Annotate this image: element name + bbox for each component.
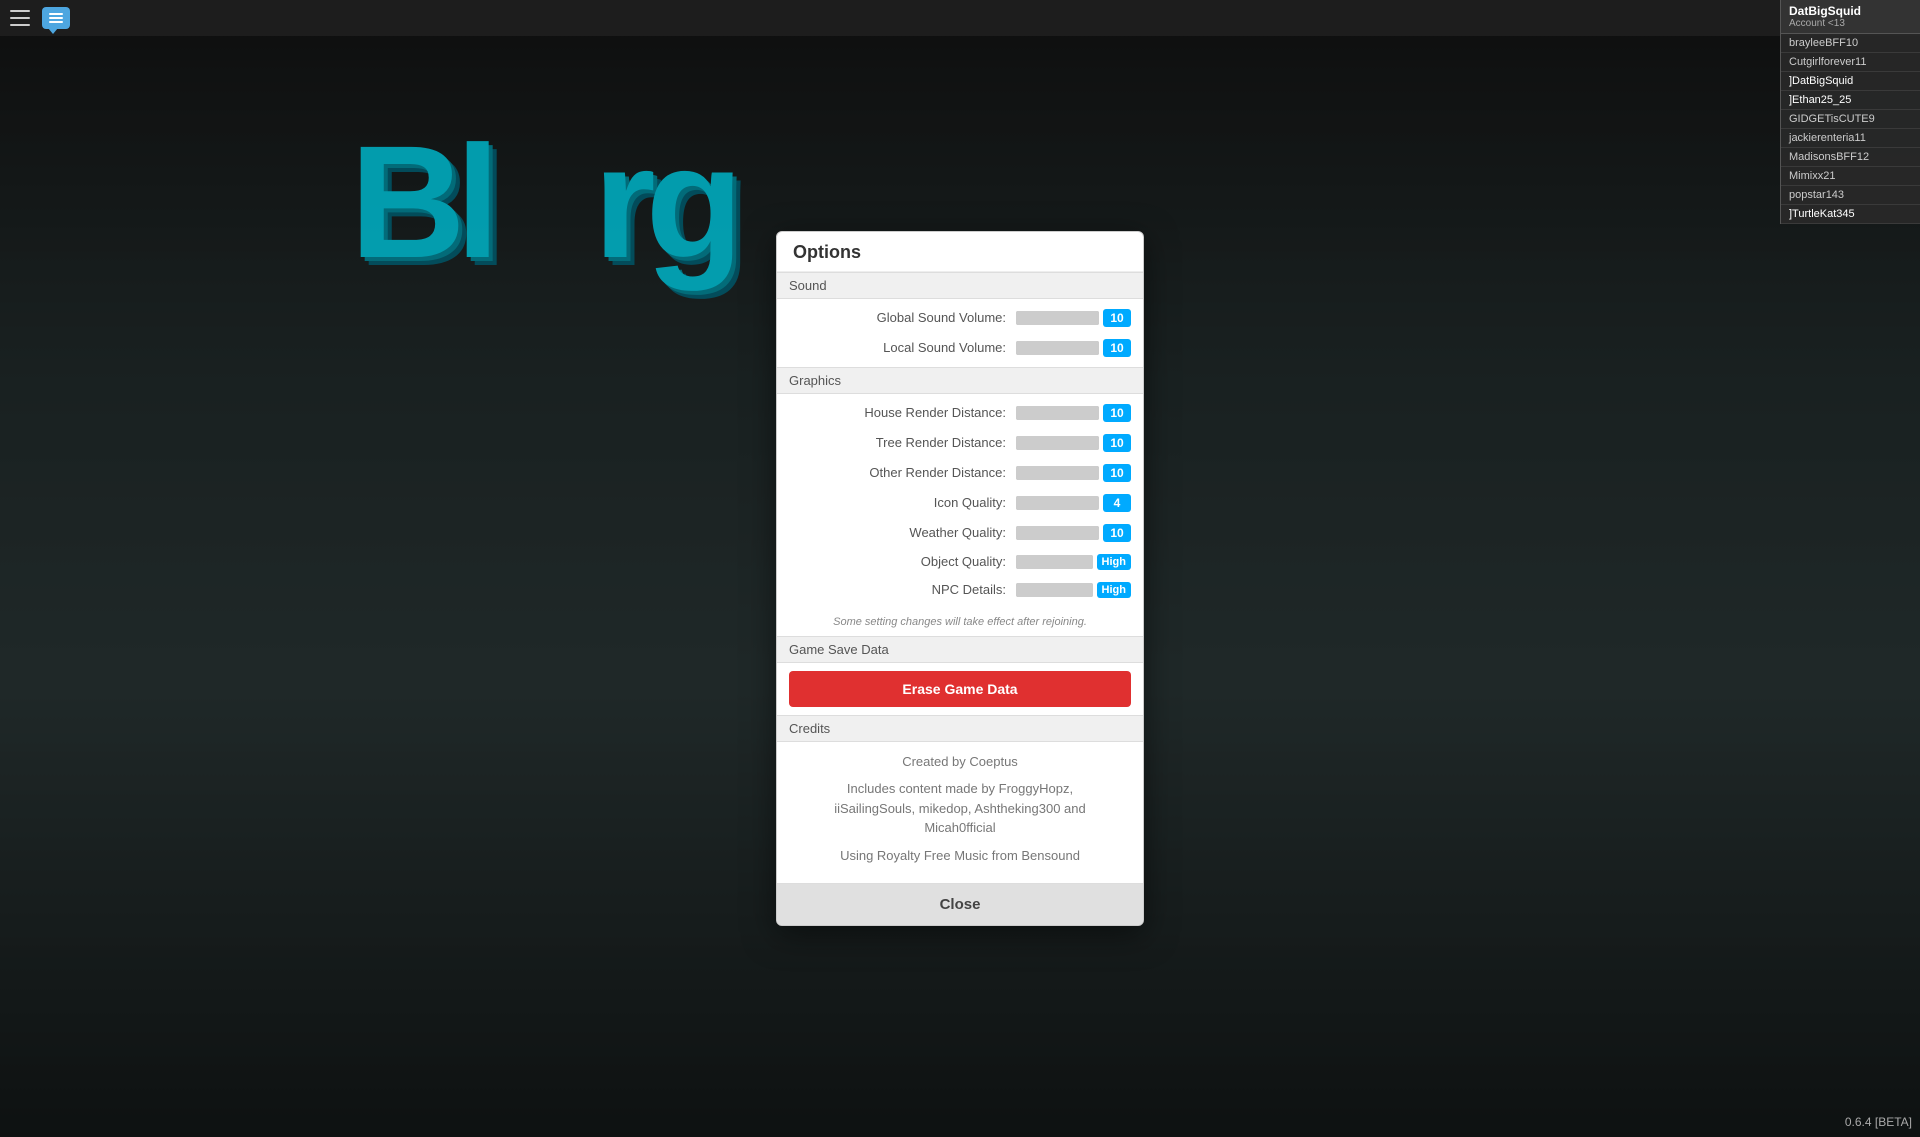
credits-section-header: Credits xyxy=(777,715,1143,742)
object-quality-slider[interactable] xyxy=(1016,555,1093,569)
tree-render-fill xyxy=(1016,436,1099,450)
graphics-settings: House Render Distance: 10 Tree Render Di… xyxy=(777,394,1143,608)
local-sound-value: 10 xyxy=(1103,339,1131,357)
icon-quality-label: Icon Quality: xyxy=(789,495,1016,510)
other-render-fill xyxy=(1016,466,1099,480)
icon-quality-fill xyxy=(1016,496,1049,510)
tree-render-slider-container[interactable]: 10 xyxy=(1016,434,1131,452)
object-quality-value: High xyxy=(1097,554,1131,570)
local-sound-label: Local Sound Volume: xyxy=(789,340,1016,355)
sound-section-header: Sound xyxy=(777,272,1143,299)
npc-details-label: NPC Details: xyxy=(789,582,1016,597)
tree-render-label: Tree Render Distance: xyxy=(789,435,1016,450)
object-quality-row: Object Quality: High xyxy=(789,548,1131,576)
credits-line-2: Includes content made by FroggyHopz,iiSa… xyxy=(789,779,1131,838)
game-save-section-header: Game Save Data xyxy=(777,636,1143,663)
other-render-slider-container[interactable]: 10 xyxy=(1016,464,1131,482)
sound-settings: Global Sound Volume: 10 Local Sound Volu… xyxy=(777,299,1143,367)
modal-title: Options xyxy=(777,232,1143,272)
global-sound-value: 10 xyxy=(1103,309,1131,327)
options-modal: Options Sound Global Sound Volume: 10 xyxy=(776,231,1144,927)
global-sound-label: Global Sound Volume: xyxy=(789,310,1016,325)
weather-quality-value: 10 xyxy=(1103,524,1131,542)
credits-content: Created by Coeptus Includes content made… xyxy=(777,742,1143,884)
object-quality-fill xyxy=(1016,555,1093,569)
house-render-label: House Render Distance: xyxy=(789,405,1016,420)
graphics-section-header: Graphics xyxy=(777,367,1143,394)
house-render-slider-container[interactable]: 10 xyxy=(1016,404,1131,422)
npc-details-slider-container[interactable]: High xyxy=(1016,582,1131,598)
tree-render-row: Tree Render Distance: 10 xyxy=(789,428,1131,458)
house-render-row: House Render Distance: 10 xyxy=(789,398,1131,428)
tree-render-slider[interactable] xyxy=(1016,436,1099,450)
weather-quality-slider[interactable] xyxy=(1016,526,1099,540)
global-sound-slider[interactable] xyxy=(1016,311,1099,325)
icon-quality-value: 4 xyxy=(1103,494,1131,512)
credits-line-1: Created by Coeptus xyxy=(789,752,1131,772)
house-render-fill xyxy=(1016,406,1099,420)
icon-quality-row: Icon Quality: 4 xyxy=(789,488,1131,518)
other-render-label: Other Render Distance: xyxy=(789,465,1016,480)
other-render-row: Other Render Distance: 10 xyxy=(789,458,1131,488)
close-button[interactable]: Close xyxy=(777,884,1143,925)
settings-notice: Some setting changes will take effect af… xyxy=(777,608,1143,636)
npc-details-fill xyxy=(1016,583,1093,597)
global-sound-fill xyxy=(1016,311,1099,325)
weather-quality-slider-container[interactable]: 10 xyxy=(1016,524,1131,542)
house-render-value: 10 xyxy=(1103,404,1131,422)
tree-render-value: 10 xyxy=(1103,434,1131,452)
modal-body[interactable]: Sound Global Sound Volume: 10 Local Soun… xyxy=(777,272,1143,884)
local-sound-fill xyxy=(1016,341,1099,355)
local-sound-row: Local Sound Volume: 10 xyxy=(789,333,1131,363)
npc-details-row: NPC Details: High xyxy=(789,576,1131,604)
weather-quality-label: Weather Quality: xyxy=(789,525,1016,540)
credits-line-3: Using Royalty Free Music from Bensound xyxy=(789,846,1131,866)
modal-overlay: Options Sound Global Sound Volume: 10 xyxy=(0,0,1920,1137)
weather-quality-row: Weather Quality: 10 xyxy=(789,518,1131,548)
global-sound-row: Global Sound Volume: 10 xyxy=(789,303,1131,333)
local-sound-slider-container[interactable]: 10 xyxy=(1016,339,1131,357)
house-render-slider[interactable] xyxy=(1016,406,1099,420)
npc-details-slider[interactable] xyxy=(1016,583,1093,597)
other-render-slider[interactable] xyxy=(1016,466,1099,480)
weather-quality-fill xyxy=(1016,526,1099,540)
npc-details-value: High xyxy=(1097,582,1131,598)
global-sound-slider-container[interactable]: 10 xyxy=(1016,309,1131,327)
icon-quality-slider[interactable] xyxy=(1016,496,1099,510)
icon-quality-slider-container[interactable]: 4 xyxy=(1016,494,1131,512)
other-render-value: 10 xyxy=(1103,464,1131,482)
object-quality-slider-container[interactable]: High xyxy=(1016,554,1131,570)
local-sound-slider[interactable] xyxy=(1016,341,1099,355)
object-quality-label: Object Quality: xyxy=(789,554,1016,569)
erase-game-data-button[interactable]: Erase Game Data xyxy=(789,671,1131,707)
modal-footer: Close xyxy=(777,883,1143,925)
